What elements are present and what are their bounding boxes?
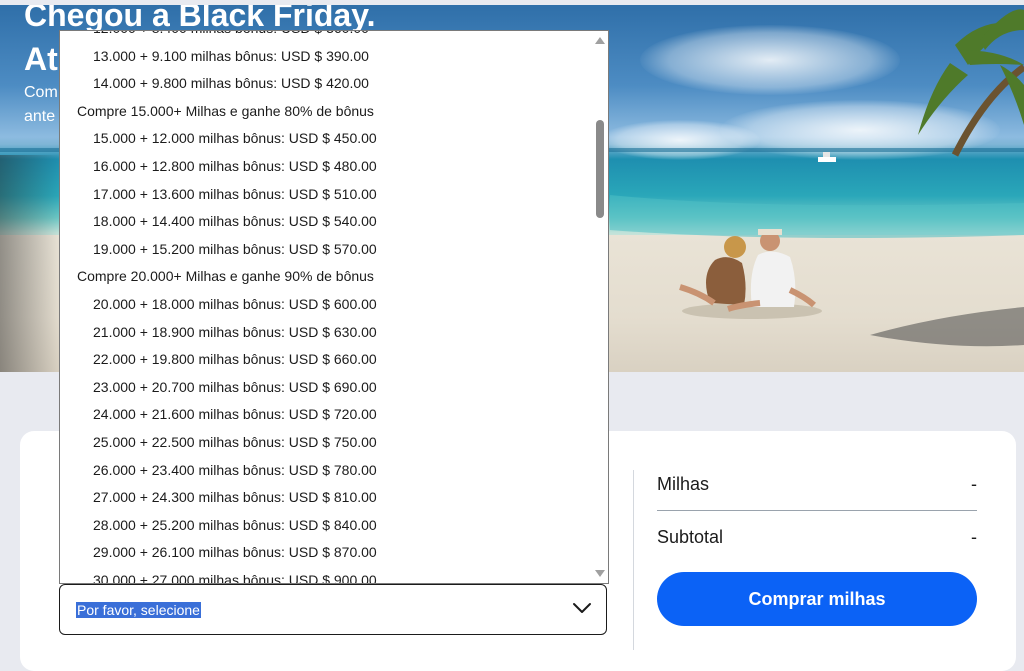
dropdown-option[interactable]: 26.000 + 23.400 milhas bônus: USD $ 780.… xyxy=(60,457,594,485)
scrollbar[interactable] xyxy=(592,31,608,583)
dropdown-option[interactable]: 23.000 + 20.700 milhas bônus: USD $ 690.… xyxy=(60,374,594,402)
dropdown-option[interactable]: 27.000 + 24.300 milhas bônus: USD $ 810.… xyxy=(60,484,594,512)
dropdown-option[interactable]: 24.000 + 21.600 milhas bônus: USD $ 720.… xyxy=(60,401,594,429)
hero-subtitle-line2: ante xyxy=(24,108,56,125)
subtotal-row: Subtotal - xyxy=(657,517,977,557)
dropdown-option[interactable]: 15.000 + 12.000 milhas bônus: USD $ 450.… xyxy=(60,125,594,153)
subtotal-label: Subtotal xyxy=(657,526,724,547)
dropdown-option[interactable]: 17.000 + 13.600 milhas bônus: USD $ 510.… xyxy=(60,181,594,209)
dropdown-option[interactable]: 12.000 + 8.400 milhas bônus: USD $ 360.0… xyxy=(60,31,594,43)
dropdown-option[interactable]: 21.000 + 18.900 milhas bônus: USD $ 630.… xyxy=(60,319,594,347)
summary-separator xyxy=(657,510,977,511)
miles-label: Milhas xyxy=(657,473,710,494)
scrollbar-thumb[interactable] xyxy=(596,120,604,218)
dropdown-option[interactable]: 29.000 + 26.100 milhas bônus: USD $ 870.… xyxy=(60,539,594,567)
dropdown-option[interactable]: 19.000 + 15.200 milhas bônus: USD $ 570.… xyxy=(60,236,594,264)
option-group-label: Compre 20.000+ Milhas e ganhe 90% de bôn… xyxy=(77,268,374,285)
buy-miles-button[interactable]: Comprar milhas xyxy=(657,572,977,626)
dropdown-option[interactable]: 25.000 + 22.500 milhas bônus: USD $ 750.… xyxy=(60,429,594,457)
scroll-up-icon[interactable] xyxy=(595,37,605,44)
miles-row: Milhas - xyxy=(657,464,977,504)
dropdown-option[interactable]: 13.000 + 9.100 milhas bônus: USD $ 390.0… xyxy=(60,43,594,71)
dropdown-option[interactable]: 18.000 + 14.400 milhas bônus: USD $ 540.… xyxy=(60,208,594,236)
hero-subtitle-line1: Com xyxy=(24,84,58,101)
dropdown-option[interactable]: 28.000 + 25.200 milhas bônus: USD $ 840.… xyxy=(60,512,594,540)
chevron-down-icon xyxy=(573,603,591,613)
miles-options-dropdown[interactable]: 12.000 + 8.400 milhas bônus: USD $ 360.0… xyxy=(59,30,609,584)
select-value: Por favor, selecione xyxy=(76,602,201,618)
miles-value: - xyxy=(971,473,977,494)
option-group-label: Compre 15.000+ Milhas e ganhe 80% de bôn… xyxy=(77,102,374,119)
dropdown-option[interactable]: 14.000 + 9.800 milhas bônus: USD $ 420.0… xyxy=(60,70,594,98)
dropdown-option[interactable]: 22.000 + 19.800 milhas bônus: USD $ 660.… xyxy=(60,346,594,374)
scroll-down-icon[interactable] xyxy=(595,570,605,577)
subtotal-value: - xyxy=(971,526,977,547)
card-divider xyxy=(633,470,634,650)
miles-package-select[interactable]: Por favor, selecione xyxy=(59,584,607,635)
options-list: 12.000 + 8.400 milhas bônus: USD $ 360.0… xyxy=(60,31,594,583)
hero-title-line2: At xyxy=(24,41,58,77)
dropdown-option[interactable]: 16.000 + 12.800 milhas bônus: USD $ 480.… xyxy=(60,153,594,181)
hero-title-line1: Chegou a Black Friday. xyxy=(24,5,376,33)
hero-subtitle: Com ante xyxy=(24,81,58,129)
dropdown-option[interactable]: 30.000 + 27.000 milhas bônus: USD $ 900.… xyxy=(60,567,594,583)
dropdown-option[interactable]: 20.000 + 18.000 milhas bônus: USD $ 600.… xyxy=(60,291,594,319)
